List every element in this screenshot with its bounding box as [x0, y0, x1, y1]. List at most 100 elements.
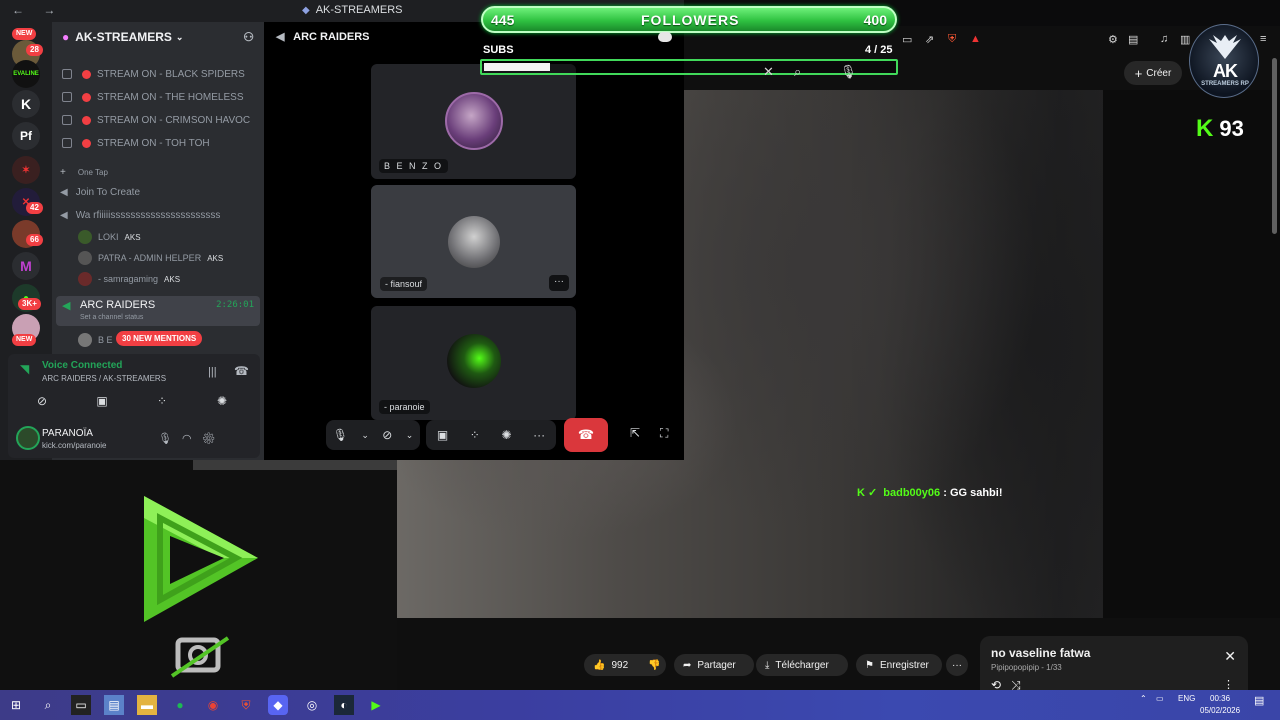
category-one-tap[interactable]: + One Tap	[60, 162, 260, 182]
more-options-icon[interactable]: ···	[533, 428, 545, 442]
music-icon[interactable]: ♫	[1160, 33, 1168, 45]
voice-member[interactable]: B E	[78, 331, 113, 349]
server-icon-m[interactable]: M	[12, 252, 40, 280]
more-options-icon[interactable]: ···	[549, 275, 569, 291]
followers-current: 445	[491, 12, 515, 28]
noise-suppression-icon[interactable]: |||	[208, 366, 217, 378]
activities-icon[interactable]: ⁘	[138, 390, 186, 412]
close-icon[interactable]: ✕	[763, 64, 774, 80]
download-button[interactable]: ⤓ Télécharger	[756, 654, 848, 676]
channel-black-spiders[interactable]: STREAM ON - BLACK SPIDERS	[60, 64, 260, 84]
voice-status[interactable]: Voice Connected	[42, 360, 122, 371]
search-icon[interactable]: ⌕	[38, 695, 58, 715]
download-label: Télécharger	[775, 659, 829, 671]
active-voice-channel[interactable]: ◀ ARC RAIDERS 2:26:01 Set a channel stat…	[56, 296, 260, 326]
menu-icon[interactable]: ≡	[1260, 33, 1266, 45]
discord-icon[interactable]: ◆	[268, 695, 288, 715]
popout-icon[interactable]: ⇱	[630, 426, 640, 440]
hang-up-button[interactable]: ☎	[564, 418, 608, 452]
language-indicator[interactable]: ENG	[1178, 694, 1195, 703]
rewards-icon[interactable]: ▲	[970, 33, 981, 45]
server-icon-4[interactable]: ✶	[12, 156, 40, 184]
server-icon-pf[interactable]: Pf	[12, 122, 40, 150]
like-button[interactable]: 👍 992 👎	[584, 654, 666, 676]
extensions-icon[interactable]: ⚙	[1108, 33, 1118, 46]
add-member-icon[interactable]: ⚇	[243, 30, 254, 44]
cast-icon[interactable]: ▭	[902, 33, 912, 46]
share-screen-icon[interactable]: ▣	[78, 390, 126, 412]
close-icon[interactable]: ✕	[1224, 648, 1236, 665]
panel-icon[interactable]: ▥	[1180, 33, 1190, 46]
participant-tile[interactable]: B E N Z O	[371, 64, 576, 179]
active-channel-name: ARC RAIDERS	[80, 299, 156, 311]
toggle-icon[interactable]	[658, 32, 672, 42]
voice-member[interactable]: - samragaming AKS	[78, 270, 180, 288]
camera-off-icon[interactable]: ⊘	[382, 428, 392, 442]
scrollbar[interactable]	[1272, 58, 1277, 234]
thumbs-up-icon: 👍	[593, 659, 606, 671]
kick-logo-icon: K	[1196, 115, 1214, 142]
dislike-icon[interactable]: 👎	[648, 660, 660, 671]
avatar[interactable]	[16, 426, 40, 450]
mic-icon[interactable]: 🎙	[840, 64, 857, 80]
spotify-icon[interactable]: ●	[170, 695, 190, 715]
brave-icon[interactable]: ⛨	[948, 33, 956, 46]
new-mentions-pill[interactable]: 30 NEW MENTIONS	[116, 331, 203, 346]
mini-player[interactable]: no vaseline fatwa Pipipopopipip - 1/33 ✕…	[980, 636, 1248, 692]
phone-icon: ☎	[577, 427, 595, 442]
participant-tile[interactable]: - paranoie	[371, 306, 576, 420]
username[interactable]: PARANOÏA	[42, 428, 93, 439]
server-icon-k[interactable]: K	[12, 90, 40, 118]
channel-wa-rfii[interactable]: ◀ Wa rfiiiiissssssssssssssssssssss	[60, 205, 260, 225]
save-button[interactable]: ⚑ Enregistrer	[856, 654, 942, 676]
app-icon[interactable]: ▤	[104, 695, 124, 715]
clock[interactable]: 00:36 05/02/2026	[1200, 693, 1240, 717]
channel-crimson-havoc[interactable]: STREAM ON - CRIMSON HAVOC	[60, 110, 260, 130]
file-explorer-icon[interactable]: ▬	[137, 695, 157, 715]
activities-icon[interactable]: ⁘	[470, 428, 480, 442]
sidebar-icon[interactable]: ▤	[1128, 33, 1138, 46]
disconnect-icon[interactable]: ☎	[234, 364, 249, 378]
share-screen-icon[interactable]: ▣	[437, 428, 448, 442]
steam-icon[interactable]: ◐	[334, 695, 354, 715]
share-icon[interactable]: ⇗	[925, 33, 934, 46]
server-icon-evaline[interactable]: EVALINE	[12, 60, 40, 88]
mic-icon[interactable]: 🎙	[158, 433, 182, 445]
channel-join-to-create[interactable]: ◀ Join To Create	[60, 182, 260, 202]
search-icon[interactable]: ⌕	[794, 64, 801, 80]
more-actions-button[interactable]: ···	[946, 654, 968, 676]
soundboard-icon[interactable]: ✺	[198, 390, 246, 412]
brave-icon[interactable]: ⛨	[236, 695, 256, 715]
channel-label: STREAM ON - TOH TOH	[97, 137, 210, 149]
keyboard-icon[interactable]: ▭	[1156, 694, 1164, 703]
server-header[interactable]: ● AK-STREAMERS ⌄ ⚇	[52, 22, 264, 52]
followers-goal-bar: 445 FOLLOWERS 400	[481, 6, 897, 33]
terminal-icon[interactable]: ▭	[71, 695, 91, 715]
fullscreen-icon[interactable]: ⛶	[660, 426, 668, 441]
stream-logo-overlay	[0, 460, 397, 690]
kick-icon[interactable]: ▶	[366, 695, 386, 715]
tray-arrow-icon[interactable]: ⌃	[1140, 694, 1147, 703]
gear-icon[interactable]: ⚙	[202, 433, 226, 445]
chevron-down-icon[interactable]: ⌄	[361, 430, 369, 441]
voice-location[interactable]: ARC RAIDERS / AK-STREAMERS	[42, 374, 166, 383]
voice-member[interactable]: PATRA - ADMIN HELPER AKS	[78, 249, 223, 267]
channel-status[interactable]: Set a channel status	[80, 314, 143, 321]
nav-arrows-icon[interactable]: ← →	[12, 3, 63, 17]
channel-toh-toh[interactable]: STREAM ON - TOH TOH	[60, 133, 260, 153]
voice-member[interactable]: LOKI AKS	[78, 228, 141, 246]
headset-icon[interactable]: ◠	[182, 433, 202, 445]
soundboard-icon[interactable]: ✺	[501, 428, 511, 442]
chevron-down-icon[interactable]: ⌄	[406, 430, 414, 441]
channel-the-homeless[interactable]: STREAM ON - THE HOMELESS	[60, 87, 260, 107]
create-button[interactable]: + Créer	[1124, 61, 1182, 85]
share-button[interactable]: ➦ Partager	[674, 654, 754, 676]
mini-player-title[interactable]: no vaseline fatwa	[991, 646, 1090, 660]
windows-start-icon[interactable]: ⊞	[6, 695, 26, 715]
notification-icon[interactable]: ▤	[1254, 694, 1264, 707]
obs-icon[interactable]: ◎	[302, 695, 322, 715]
mic-icon[interactable]: 🎙	[333, 428, 348, 442]
chrome-icon[interactable]: ◉	[203, 695, 223, 715]
participant-tile[interactable]: - fiansouf ···	[371, 185, 576, 298]
camera-off-icon[interactable]: ⊘	[18, 390, 66, 412]
